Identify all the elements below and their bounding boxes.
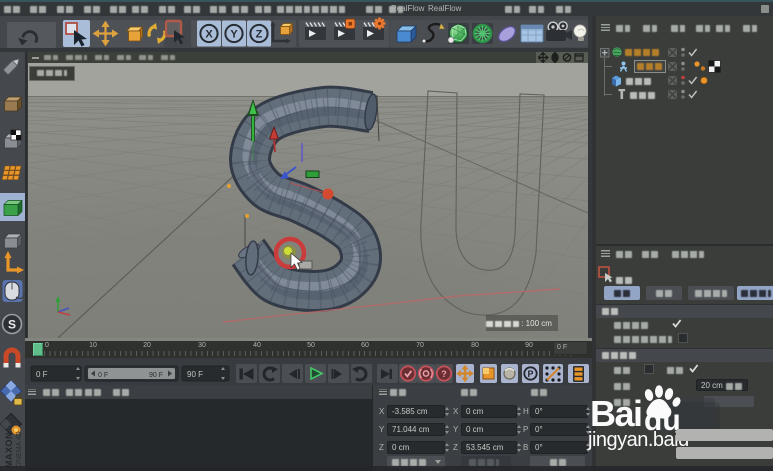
- svg-text:X: X: [205, 29, 213, 41]
- svg-text:Y: Y: [230, 29, 238, 41]
- svg-text:90 F: 90 F: [149, 372, 163, 379]
- svg-text:0 F: 0 F: [36, 370, 48, 379]
- svg-text:90 F: 90 F: [187, 370, 203, 379]
- svg-text:P: P: [527, 369, 533, 379]
- svg-text:0 F: 0 F: [98, 372, 108, 379]
- svg-text:MAXON: MAXON: [4, 432, 14, 468]
- svg-text:?: ?: [441, 369, 447, 379]
- svg-text:S: S: [8, 318, 16, 332]
- svg-text:Z: Z: [256, 29, 263, 41]
- svg-text:CINEMA 4D: CINEMA 4D: [16, 431, 23, 469]
